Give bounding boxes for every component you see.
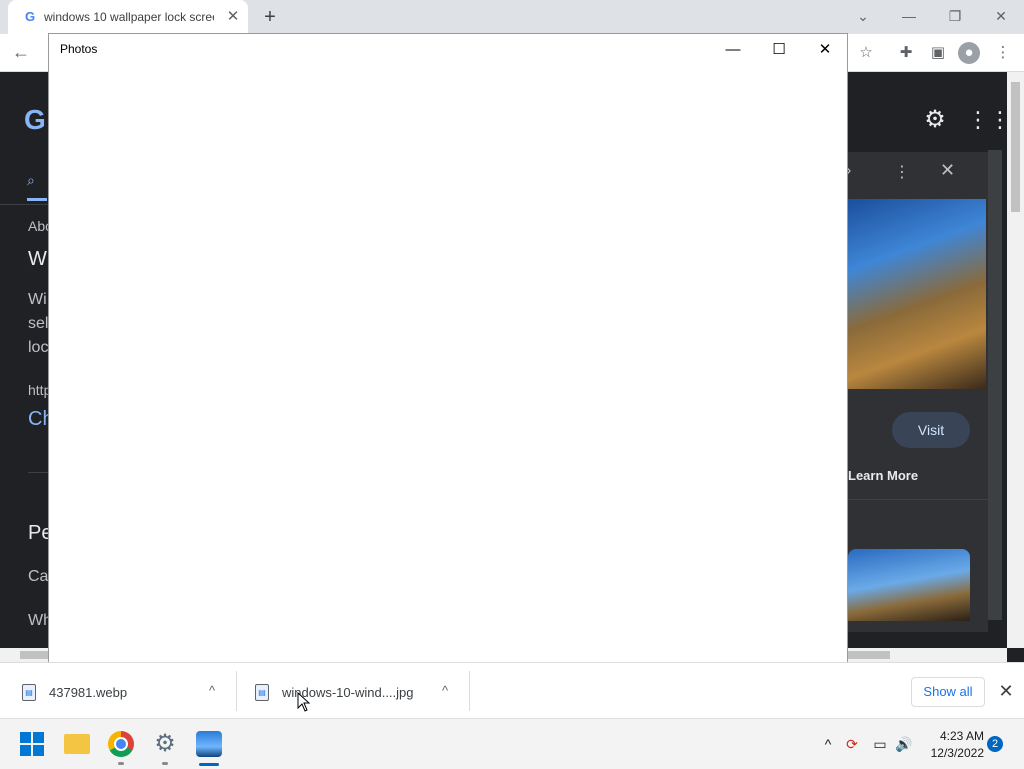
side-panel-icon[interactable]: ▣ [927,42,949,64]
tab-search-chevron-icon[interactable]: ⌄ [845,4,881,28]
google-logo[interactable]: G [24,104,46,136]
chrome-icon[interactable] [108,731,134,757]
tab-title: windows 10 wallpaper lock scree [44,10,214,24]
learn-more-link[interactable]: Learn More [848,468,918,483]
active-tab-indicator [27,198,47,201]
maximize-button[interactable]: ☐ [756,36,802,64]
running-indicator [162,762,168,765]
back-button[interactable]: ← [10,41,32,63]
visit-button[interactable]: Visit [892,412,970,448]
new-tab-button[interactable]: + [259,6,281,28]
divider [469,671,470,711]
divider [28,472,48,473]
divider [0,204,48,205]
download-filename: 437981.webp [49,685,128,700]
heading-fragment: W [28,248,47,270]
profile-avatar-icon[interactable]: ● [958,42,980,64]
panel-scrollbar[interactable] [988,150,1002,620]
network-icon[interactable]: ▭ [870,734,890,754]
browser-menu-icon[interactable]: ⋮ [992,42,1014,64]
notification-badge[interactable]: 2 [987,736,1003,752]
related-image-thumbnail[interactable] [848,549,970,621]
question-fragment[interactable]: Ca [28,568,48,586]
browser-close-button[interactable]: ✕ [983,4,1019,28]
browser-tab-strip: G windows 10 wallpaper lock scree ✕ + ⌄ … [0,0,1024,34]
close-button[interactable]: ✕ [802,36,848,64]
text-fragment: Wi [28,291,47,308]
more-options-icon[interactable]: ⋮ [894,162,910,181]
extensions-puzzle-icon[interactable]: ✚ [895,42,917,64]
downloads-bar: ▤ 437981.webp ^ ▤ windows-10-wind....jpg… [0,662,1024,719]
sync-icon[interactable]: ⟳ [842,734,862,754]
file-explorer-icon[interactable] [64,734,90,754]
minimize-button[interactable]: — [710,36,756,64]
download-item[interactable]: ▤ 437981.webp ^ [0,663,236,719]
photos-app-window[interactable]: Photos — ☐ ✕ [48,33,848,665]
close-panel-icon[interactable]: ✕ [940,160,958,180]
chevron-up-icon[interactable]: ^ [435,681,455,701]
text-fragment: sel [28,315,49,332]
active-app-indicator [199,763,219,766]
browser-restore-button[interactable]: ❐ [937,4,973,28]
clock-date[interactable]: 12/3/2022 [924,746,984,760]
volume-icon[interactable]: 🔊 [894,734,914,754]
wallpaper-preview-image[interactable] [848,199,986,389]
windows-taskbar: ⚙ ^ ⟳ ▭ 🔊 4:23 AM 12/3/2022 2 [0,718,1024,769]
close-downloads-bar-icon[interactable]: ✕ [995,679,1017,703]
bookmark-star-icon[interactable]: ☆ [855,42,877,64]
vertical-scroll-thumb[interactable] [1011,82,1020,212]
tab-close-icon[interactable]: ✕ [224,8,242,26]
text-fragment: loc [28,339,49,356]
start-button[interactable] [20,732,44,756]
file-icon: ▤ [255,684,269,701]
settings-gear-icon[interactable]: ⚙ [921,106,949,134]
chevron-up-icon[interactable]: ^ [202,681,222,701]
file-icon: ▤ [22,684,36,701]
google-favicon-icon: G [24,9,36,24]
search-icon[interactable]: ⌕ [27,172,43,188]
browser-tab[interactable]: G windows 10 wallpaper lock scree ✕ [8,0,248,34]
window-title: Photos [60,42,98,56]
show-all-button[interactable]: Show all [911,677,985,707]
tray-overflow-chevron-icon[interactable]: ^ [818,734,838,754]
settings-app-icon[interactable]: ⚙ [152,731,178,757]
next-arrow-icon[interactable]: › [846,162,862,179]
running-indicator [118,762,124,765]
divider [848,499,988,500]
photos-app-icon[interactable] [196,731,222,757]
clock-time[interactable]: 4:23 AM [924,729,984,743]
browser-minimize-button[interactable]: — [891,4,927,28]
google-apps-grid-icon[interactable]: ⋮⋮ [967,106,1007,134]
download-item[interactable]: ▤ windows-10-wind....jpg ^ [237,663,469,719]
mouse-cursor-icon [297,692,311,712]
